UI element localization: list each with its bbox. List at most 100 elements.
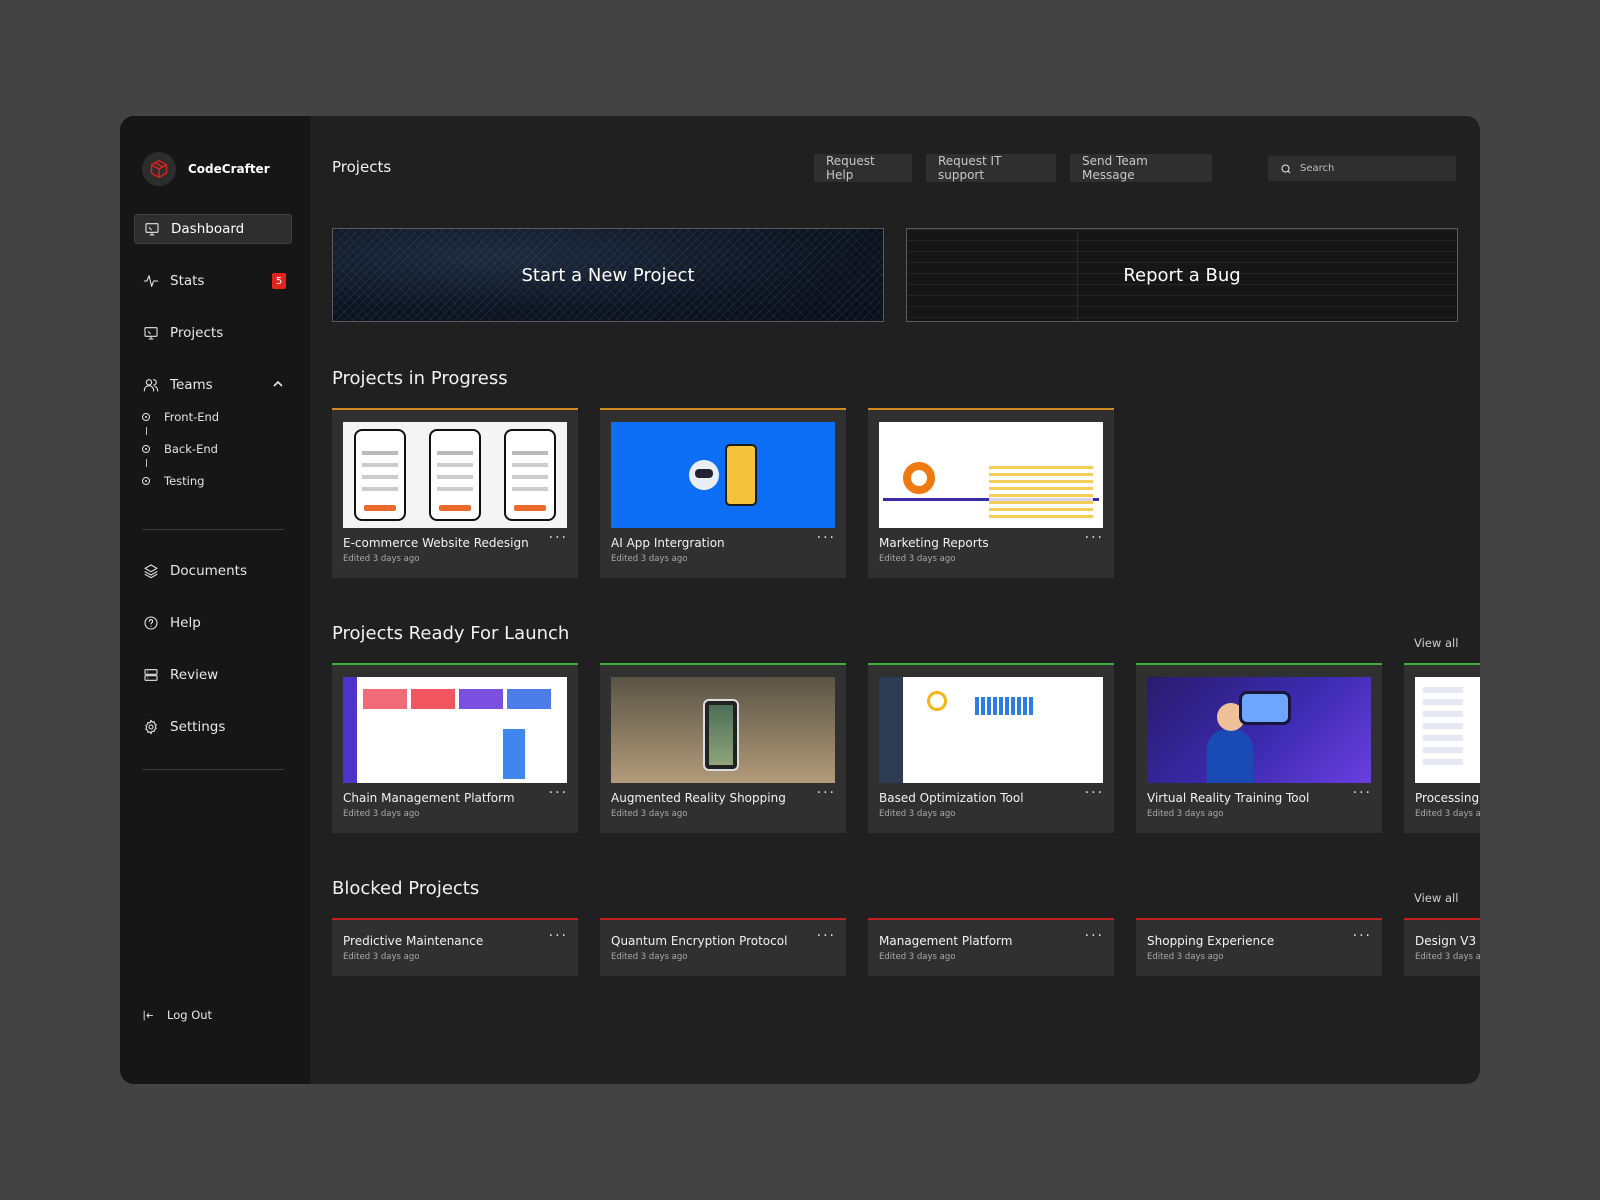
kpi-graphic: [411, 689, 455, 709]
phone-in-hand-graphic: [703, 699, 739, 771]
help-circle-icon: [142, 614, 160, 632]
team-label: Front-End: [164, 410, 220, 424]
project-card[interactable]: Quantum Encryption Protocol Edited 3 day…: [600, 918, 846, 976]
cube-icon: [142, 152, 176, 186]
sidebar-item-settings[interactable]: Settings: [134, 712, 292, 742]
bar-graphic: [503, 729, 525, 779]
sidebar-item-help[interactable]: Help: [134, 608, 292, 638]
team-item-testing[interactable]: Testing: [142, 472, 204, 490]
sidebar-item-label: Stats: [170, 273, 205, 289]
sidebar-item-projects[interactable]: Projects: [134, 318, 292, 348]
project-edited: Edited 3 days ago: [611, 809, 688, 819]
search-input[interactable]: [1300, 163, 1440, 174]
project-card[interactable]: Augmented Reality Shopping Edited 3 days…: [600, 663, 846, 833]
project-card[interactable]: Processing Edited 3 days ago: [1404, 663, 1480, 833]
project-title: Quantum Encryption Protocol: [611, 934, 788, 948]
page-title: Projects: [332, 158, 392, 176]
request-help-button[interactable]: Request Help: [814, 154, 912, 182]
sidebar-item-documents[interactable]: Documents: [134, 556, 292, 586]
sidebar-item-teams[interactable]: Teams: [134, 370, 292, 400]
project-title: Chain Management Platform: [343, 791, 515, 805]
search-icon: [1281, 164, 1291, 173]
section-title-ready: Projects Ready For Launch: [332, 623, 570, 644]
report-bug-banner[interactable]: Report a Bug: [906, 228, 1458, 322]
bars-graphic: [975, 697, 1035, 715]
project-card[interactable]: AI App Intergration Edited 3 days ago ··…: [600, 408, 846, 578]
team-item-back-end[interactable]: Back-End: [142, 440, 218, 458]
sidebar-item-label: Teams: [170, 377, 213, 393]
server-icon: [142, 666, 160, 684]
project-edited: Edited 3 days ago: [611, 554, 688, 564]
team-connector: [146, 427, 147, 435]
phone-mockup: [354, 429, 407, 521]
sidebar-item-dashboard[interactable]: Dashboard: [134, 214, 292, 244]
more-horizontal-icon[interactable]: ···: [1085, 530, 1104, 546]
layers-icon: [142, 562, 160, 580]
project-edited: Edited 3 days ago: [1147, 809, 1224, 819]
project-edited: Edited 3 days ago: [343, 554, 420, 564]
project-edited: Edited 3 days ago: [1415, 952, 1480, 962]
sidebar-divider: [142, 769, 284, 770]
project-thumbnail: [611, 677, 835, 783]
more-horizontal-icon[interactable]: ···: [549, 785, 568, 801]
project-title: Augmented Reality Shopping: [611, 791, 786, 805]
project-card[interactable]: Based Optimization Tool Edited 3 days ag…: [868, 663, 1114, 833]
sidebar-item-stats[interactable]: Stats 5: [134, 266, 292, 296]
project-edited: Edited 3 days ago: [343, 952, 420, 962]
more-horizontal-icon[interactable]: ···: [1353, 785, 1372, 801]
sidebar-item-review[interactable]: Review: [134, 660, 292, 690]
phone-mockup: [428, 429, 481, 521]
more-horizontal-icon[interactable]: ···: [549, 530, 568, 546]
project-card[interactable]: E-commerce Website Redesign Edited 3 day…: [332, 408, 578, 578]
send-team-message-button[interactable]: Send Team Message: [1070, 154, 1212, 182]
search-box[interactable]: [1268, 156, 1456, 181]
project-thumbnail: [1415, 677, 1480, 783]
project-title: Marketing Reports: [879, 536, 989, 550]
view-all-ready-link[interactable]: View all: [1414, 636, 1458, 650]
sidebar-graphic: [343, 677, 357, 783]
person-illustration: [1207, 729, 1253, 783]
project-card[interactable]: Chain Management Platform Edited 3 days …: [332, 663, 578, 833]
team-item-front-end[interactable]: Front-End: [142, 408, 219, 426]
more-horizontal-icon[interactable]: ···: [817, 928, 836, 944]
project-thumbnail: [879, 677, 1103, 783]
project-thumbnail: [879, 422, 1103, 528]
more-horizontal-icon[interactable]: ···: [549, 928, 568, 944]
start-new-project-banner[interactable]: Start a New Project: [332, 228, 884, 322]
more-horizontal-icon[interactable]: ···: [1353, 928, 1372, 944]
project-card[interactable]: Design V3 Edited 3 days ago: [1404, 918, 1480, 976]
sidebar-item-label: Documents: [170, 563, 247, 579]
project-title: Predictive Maintenance: [343, 934, 484, 948]
brand[interactable]: CodeCrafter: [142, 152, 270, 186]
project-card[interactable]: Virtual Reality Training Tool Edited 3 d…: [1136, 663, 1382, 833]
project-card[interactable]: Management Platform Edited 3 days ago ··…: [868, 918, 1114, 976]
project-title: Based Optimization Tool: [879, 791, 1024, 805]
view-all-blocked-link[interactable]: View all: [1414, 891, 1458, 905]
more-horizontal-icon[interactable]: ···: [1085, 785, 1104, 801]
more-horizontal-icon[interactable]: ···: [817, 530, 836, 546]
request-it-support-button[interactable]: Request IT support: [926, 154, 1056, 182]
sidebar-item-label: Settings: [170, 719, 226, 735]
section-title-blocked: Blocked Projects: [332, 878, 480, 899]
logout-button[interactable]: Log Out: [142, 1008, 212, 1022]
table-rows-graphic: [989, 466, 1093, 518]
more-horizontal-icon[interactable]: ···: [1085, 928, 1104, 944]
app-window: CodeCrafter Dashboard Stats 5 Projects T…: [120, 116, 1480, 1084]
project-card[interactable]: Marketing Reports Edited 3 days ago ···: [868, 408, 1114, 578]
project-title: Shopping Experience: [1147, 934, 1275, 948]
start-new-project-label: Start a New Project: [521, 264, 695, 286]
project-card[interactable]: Shopping Experience Edited 3 days ago ··…: [1136, 918, 1382, 976]
project-edited: Edited 3 days ago: [879, 952, 956, 962]
vr-headset-illustration: [1239, 691, 1291, 725]
section-title-in-progress: Projects in Progress: [332, 368, 508, 389]
more-horizontal-icon[interactable]: ···: [817, 785, 836, 801]
sidebar-divider: [142, 529, 284, 530]
project-card[interactable]: Predictive Maintenance Edited 3 days ago…: [332, 918, 578, 976]
chevron-up-icon[interactable]: [272, 378, 284, 390]
users-icon: [142, 376, 160, 394]
project-edited: Edited 3 days ago: [1415, 809, 1480, 819]
project-edited: Edited 3 days ago: [879, 809, 956, 819]
project-edited: Edited 3 days ago: [343, 809, 420, 819]
sidebar-item-label: Review: [170, 667, 219, 683]
phone-mockup: [503, 429, 556, 521]
